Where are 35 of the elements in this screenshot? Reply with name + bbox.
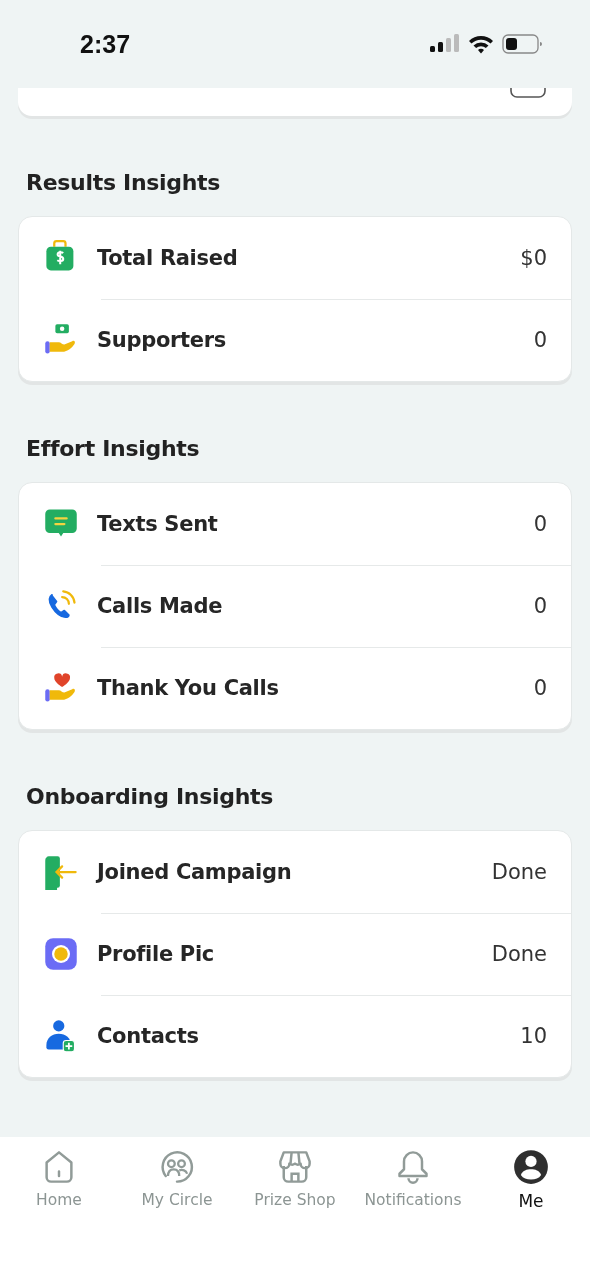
row-value: Done [491,942,547,966]
row-label: Total Raised [97,246,239,270]
tab[interactable]: Notifications [354,1149,472,1209]
row-value: 0 [533,594,547,618]
status-time: 2:37 [80,29,131,59]
row-label: Profile Pic [97,942,215,966]
row-value: $0 [520,246,547,270]
wifi-icon [468,34,494,54]
tab[interactable]: My Circle [118,1149,236,1209]
profile-picture-icon [43,936,79,972]
profile-icon [513,1149,549,1185]
checkbox-icon [510,88,546,98]
door-with-arrow-icon [43,854,79,890]
row-label: Thank You Calls [97,676,280,700]
tab[interactable]: Home [0,1149,118,1209]
bell-icon [395,1149,431,1185]
row-value: 0 [533,676,547,700]
row-value: Done [491,860,547,884]
row-label: Contacts [97,1024,200,1048]
tab[interactable]: Me [472,1149,590,1211]
section-title: Onboarding Insights [26,783,275,811]
people-in-circle-icon [159,1149,195,1185]
row-label: Joined Campaign [97,860,293,884]
row-value: 0 [533,512,547,536]
tab[interactable]: Prize Shop [236,1149,354,1209]
row-label: Texts Sent [97,512,219,536]
row-value: 10 [520,1024,547,1048]
row-label: Calls Made [97,594,224,618]
section-title: Results Insights [26,169,222,197]
signal-icon [430,34,460,54]
section-title: Effort Insights [26,435,201,463]
battery-icon [502,34,542,54]
row-label: Supporters [97,328,228,352]
row-value: 0 [533,328,547,352]
storefront-icon [277,1149,313,1185]
